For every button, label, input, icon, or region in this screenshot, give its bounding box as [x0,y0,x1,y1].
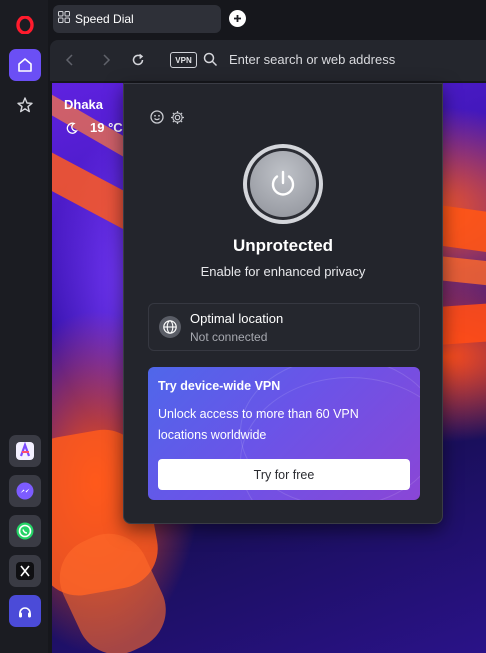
back-icon[interactable] [62,52,78,68]
speed-dial-icon [58,10,70,28]
promo-title: Try device-wide VPN [158,379,281,393]
new-tab-button[interactable] [229,10,246,27]
music-player-icon[interactable] [9,595,41,627]
star-icon[interactable] [9,89,41,121]
moon-icon [66,121,78,139]
vpn-promo-card: Try device-wide VPN Unlock access to mor… [148,367,420,500]
messenger-icon[interactable] [9,475,41,507]
vpn-button[interactable]: VPN [170,52,197,68]
vpn-status-title: Unprotected [232,236,334,255]
address-input[interactable]: Enter search or web address [229,52,395,67]
feedback-smiley-icon[interactable] [150,110,164,129]
sidebar [0,0,48,653]
vpn-status-subtitle: Enable for enhanced privacy [200,264,366,279]
aria-icon[interactable] [9,435,41,467]
power-icon [271,170,295,196]
search-icon [203,52,218,72]
weather-temperature[interactable]: 19 °C [90,120,123,135]
plus-icon [234,15,241,22]
promo-description: Unlock access to more than 60 VPN locati… [158,407,359,442]
whatsapp-icon[interactable] [9,515,41,547]
reload-icon[interactable] [130,52,146,68]
location-selector[interactable]: Optimal location Not connected [148,303,420,351]
weather-city[interactable]: Dhaka [64,97,103,112]
globe-icon [159,316,181,338]
forward-icon[interactable] [98,52,114,68]
location-name: Optimal location [190,311,284,326]
vpn-popup: Unprotected Enable for enhanced privacy … [123,83,443,524]
home-icon[interactable] [9,49,41,81]
opera-logo-icon[interactable] [9,9,41,41]
settings-gear-icon[interactable] [170,110,185,130]
connection-status: Not connected [190,330,268,344]
vpn-power-button[interactable] [243,144,323,224]
x-icon[interactable] [9,555,41,587]
browser-window: Dhaka 19 °C Speed Dial VPN Enter search … [0,0,486,653]
tab-label: Speed Dial [75,12,134,26]
tab-speed-dial[interactable]: Speed Dial [53,5,221,33]
try-for-free-button[interactable]: Try for free [158,459,410,490]
